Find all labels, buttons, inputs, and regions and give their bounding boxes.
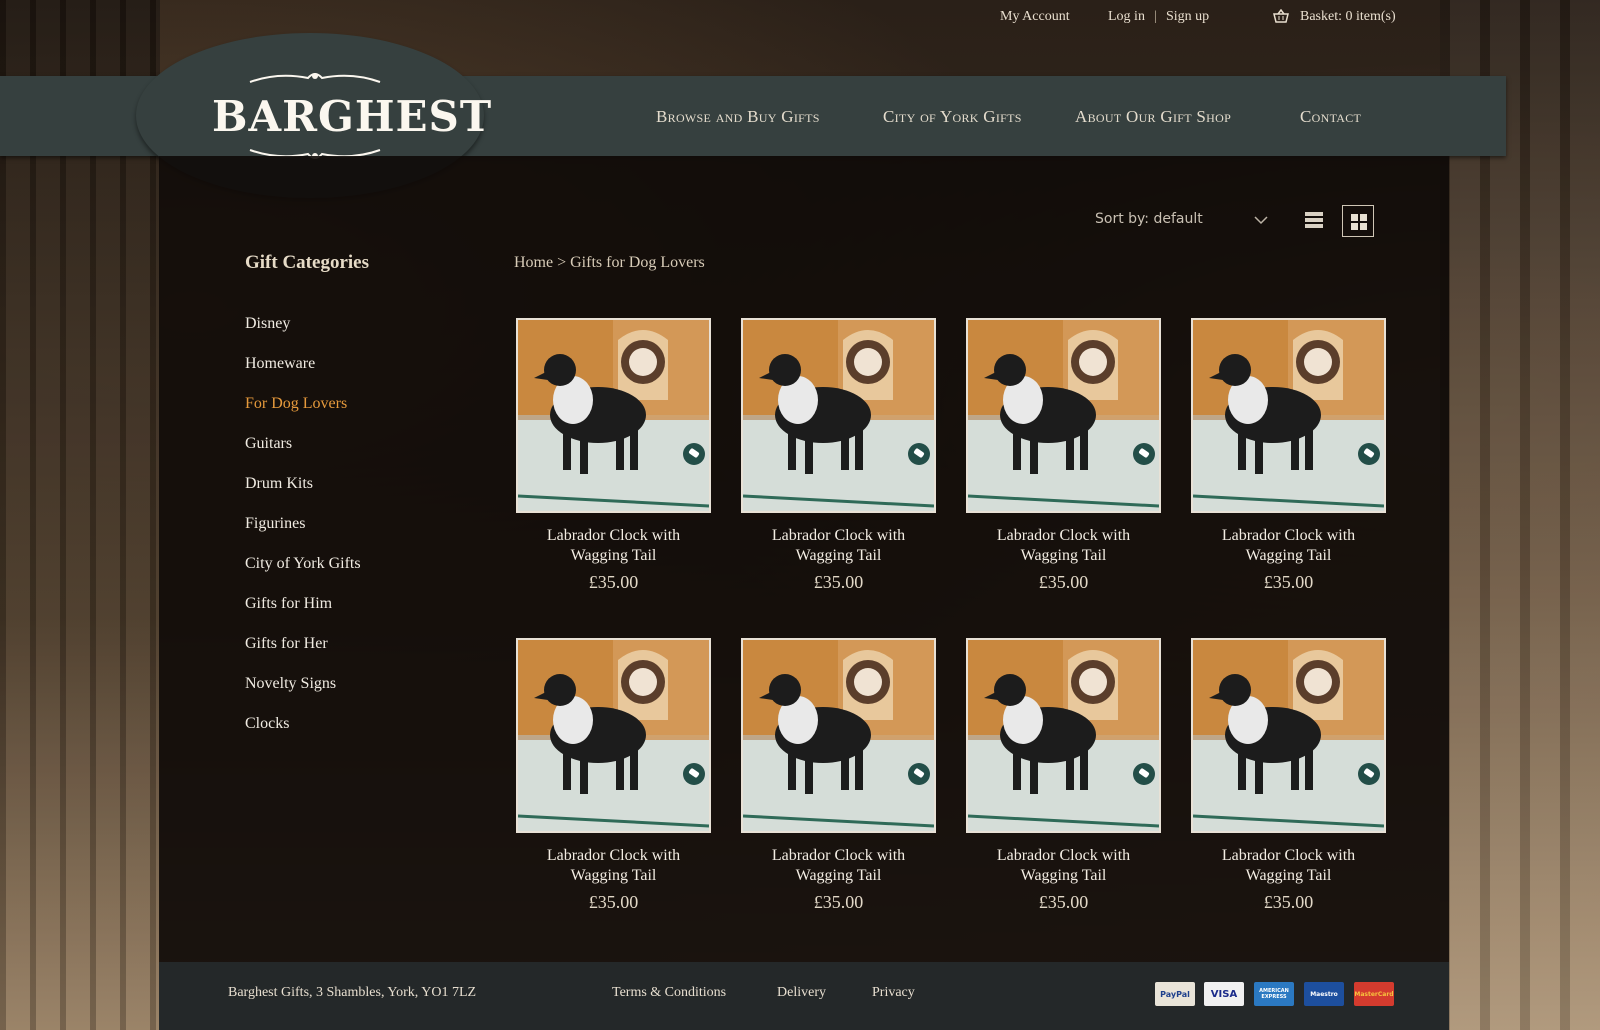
product-title-line1: Labrador Clock with xyxy=(996,527,1131,544)
breadcrumb[interactable]: Home > Gifts for Dog Lovers xyxy=(514,254,705,272)
product-title[interactable]: Labrador Clock with Wagging Tail xyxy=(731,846,946,886)
product-photo xyxy=(743,320,934,511)
utility-bar: My Account Log in | Sign up Basket: 0 it… xyxy=(0,0,1600,36)
sidebar-item-drum-kits[interactable]: Drum Kits xyxy=(245,475,313,493)
product-photo xyxy=(968,640,1159,831)
logo-ornament-top xyxy=(249,73,381,83)
mastercard-icon: MasterCard xyxy=(1354,982,1394,1006)
sidebar-item-disney[interactable]: Disney xyxy=(245,315,290,333)
product-title-line1: Labrador Clock with xyxy=(996,847,1131,864)
chevron-down-icon[interactable] xyxy=(1254,215,1268,225)
product-title[interactable]: Labrador Clock with Wagging Tail xyxy=(956,526,1171,566)
maestro-icon: Maestro xyxy=(1304,982,1344,1006)
product-price: £35.00 xyxy=(813,892,864,912)
product-title-line1: Labrador Clock with xyxy=(771,847,906,864)
footer-link-terms[interactable]: Terms & Conditions xyxy=(612,985,726,1001)
product-title-line2: Wagging Tail xyxy=(1245,547,1332,564)
product-title-line2: Wagging Tail xyxy=(1245,867,1332,884)
grid-view-icon[interactable] xyxy=(1342,205,1374,237)
site-logo[interactable]: BARGHEST xyxy=(212,92,491,141)
sidebar-title: Gift Categories xyxy=(245,252,369,273)
log-in-link[interactable]: Log in xyxy=(1108,9,1145,25)
product-image[interactable] xyxy=(741,318,936,513)
product-photo xyxy=(518,640,709,831)
product-image[interactable] xyxy=(966,638,1161,833)
product-title-line2: Wagging Tail xyxy=(795,547,882,564)
footer-link-delivery[interactable]: Delivery xyxy=(777,985,826,1001)
product-image[interactable] xyxy=(741,638,936,833)
product-title-line2: Wagging Tail xyxy=(570,547,657,564)
sort-select[interactable]: Sort by: default xyxy=(1095,211,1203,227)
sidebar-item-gifts-for-him[interactable]: Gifts for Him xyxy=(245,595,332,613)
sidebar-item-homeware[interactable]: Homeware xyxy=(245,355,315,373)
product-price: £35.00 xyxy=(813,572,864,592)
util-separator: | xyxy=(1154,9,1157,24)
product-title-line2: Wagging Tail xyxy=(1020,867,1107,884)
my-account-link[interactable]: My Account xyxy=(1000,9,1070,25)
product-title-line1: Labrador Clock with xyxy=(1221,847,1356,864)
product-title-line1: Labrador Clock with xyxy=(771,527,906,544)
product-title-line1: Labrador Clock with xyxy=(546,847,681,864)
nav-city-of-york-gifts[interactable]: City of York Gifts xyxy=(883,107,1022,127)
product-price: £35.00 xyxy=(1263,892,1314,912)
product-price: £35.00 xyxy=(1038,572,1089,592)
product-title[interactable]: Labrador Clock with Wagging Tail xyxy=(506,846,721,886)
product-title-line2: Wagging Tail xyxy=(1020,547,1107,564)
sidebar-item-novelty-signs[interactable]: Novelty Signs xyxy=(245,675,336,693)
product-photo xyxy=(743,640,934,831)
paypal-icon: PayPal xyxy=(1155,982,1195,1006)
product-price: £35.00 xyxy=(588,572,639,592)
product-title-line2: Wagging Tail xyxy=(570,867,657,884)
product-image[interactable] xyxy=(966,318,1161,513)
sidebar-item-gifts-for-her[interactable]: Gifts for Her xyxy=(245,635,328,653)
product-title-line1: Labrador Clock with xyxy=(546,527,681,544)
product-price: £35.00 xyxy=(1263,572,1314,592)
product-photo xyxy=(1193,640,1384,831)
product-title[interactable]: Labrador Clock with Wagging Tail xyxy=(1181,846,1396,886)
product-price: £35.00 xyxy=(588,892,639,912)
product-title[interactable]: Labrador Clock with Wagging Tail xyxy=(731,526,946,566)
product-photo xyxy=(1193,320,1384,511)
product-price: £35.00 xyxy=(1038,892,1089,912)
nav-about-our-gift-shop[interactable]: About Our Gift Shop xyxy=(1075,107,1231,127)
basket-link[interactable]: Basket: 0 item(s) xyxy=(1300,9,1396,25)
sign-up-link[interactable]: Sign up xyxy=(1166,9,1209,25)
footer-address: Barghest Gifts, 3 Shambles, York, YO1 7L… xyxy=(228,985,477,1000)
nav-browse-and-buy-gifts[interactable]: Browse and Buy Gifts xyxy=(656,107,820,127)
sidebar-item-guitars[interactable]: Guitars xyxy=(245,435,292,453)
product-title-line1: Labrador Clock with xyxy=(1221,527,1356,544)
sidebar-item-city-of-york-gifts[interactable]: City of York Gifts xyxy=(245,555,361,573)
product-image[interactable] xyxy=(516,638,711,833)
product-title-line2: Wagging Tail xyxy=(795,867,882,884)
product-image[interactable] xyxy=(1191,638,1386,833)
sidebar-item-clocks[interactable]: Clocks xyxy=(245,715,289,733)
sidebar-item-for-dog-lovers[interactable]: For Dog Lovers xyxy=(245,395,347,413)
amex-icon: AMERICAN EXPRESS xyxy=(1254,982,1294,1006)
product-image[interactable] xyxy=(1191,318,1386,513)
basket-icon[interactable] xyxy=(1273,9,1289,23)
visa-icon: VISA xyxy=(1204,982,1244,1006)
product-image[interactable] xyxy=(516,318,711,513)
product-photo xyxy=(518,320,709,511)
product-title[interactable]: Labrador Clock with Wagging Tail xyxy=(956,846,1171,886)
sidebar-item-figurines[interactable]: Figurines xyxy=(245,515,305,533)
product-title[interactable]: Labrador Clock with Wagging Tail xyxy=(1181,526,1396,566)
nav-contact[interactable]: Contact xyxy=(1300,107,1361,127)
product-title[interactable]: Labrador Clock with Wagging Tail xyxy=(506,526,721,566)
footer-link-privacy[interactable]: Privacy xyxy=(872,985,915,1001)
product-photo xyxy=(968,320,1159,511)
list-view-icon[interactable] xyxy=(1305,212,1323,228)
